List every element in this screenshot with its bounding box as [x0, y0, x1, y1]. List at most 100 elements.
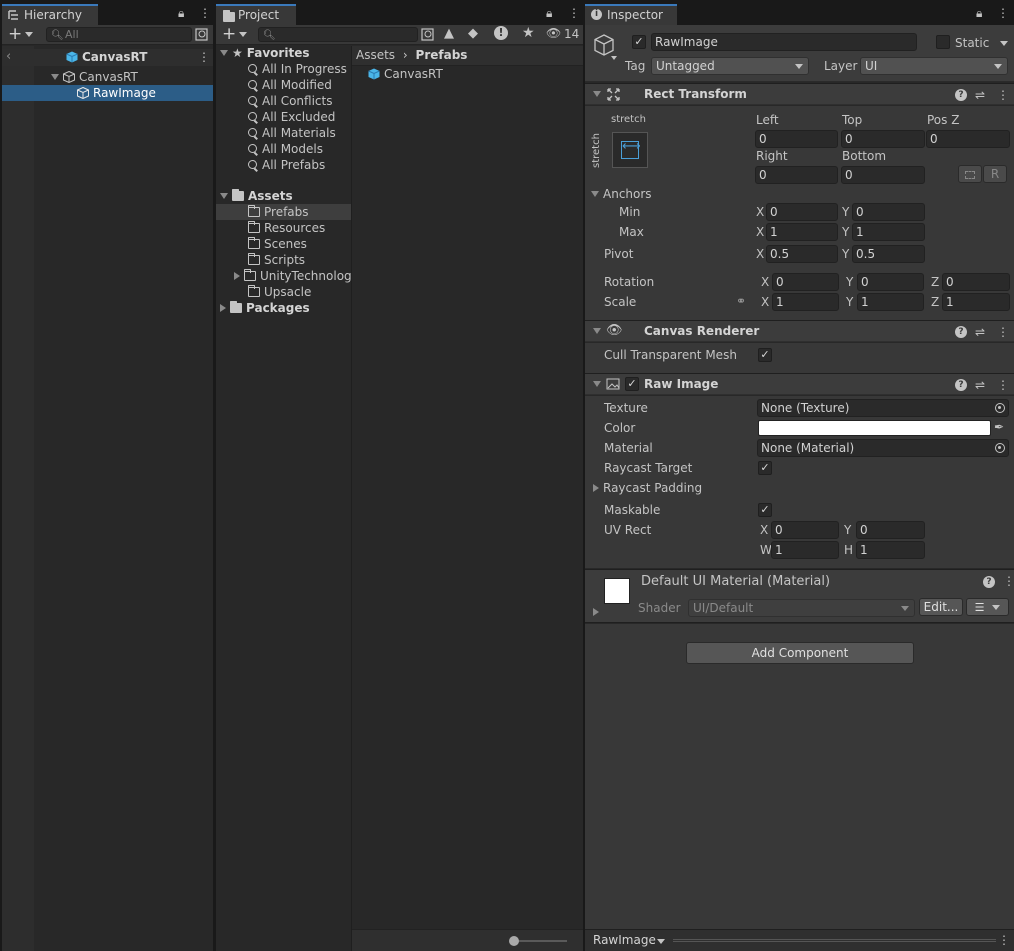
shader-dropdown[interactable]: UI/Default	[688, 599, 915, 617]
hierarchy-item-canvasrt[interactable]: CanvasRT	[2, 69, 213, 85]
folder-item[interactable]: Scenes	[248, 236, 307, 252]
preview-object-label[interactable]: RawImage	[593, 933, 656, 947]
layer-dropdown[interactable]: UI	[860, 57, 1008, 75]
canvas-renderer-header[interactable]: 👁︎ Canvas Renderer ? ⇌ ⋮	[585, 320, 1014, 342]
pivot-x-field[interactable]: 0.5	[766, 245, 838, 263]
texture-object-field[interactable]: None (Texture)	[757, 399, 1009, 417]
help-icon[interactable]: ?	[983, 576, 995, 588]
scale-y-field[interactable]: 1	[857, 293, 924, 311]
edit-shader-button[interactable]: Edit...	[919, 598, 963, 616]
left-field[interactable]: 0	[755, 130, 838, 148]
top-field[interactable]: 0	[841, 130, 925, 148]
more-options-icon[interactable]: ⋮	[997, 6, 1009, 20]
icon-dropdown-icon[interactable]	[611, 56, 617, 60]
raw-image-header[interactable]: ✓ Raw Image ? ⇌ ⋮	[585, 373, 1014, 395]
expand-arrow-icon[interactable]	[220, 50, 228, 56]
anchor-min-x-field[interactable]: 0	[766, 203, 838, 221]
assets-header[interactable]: Assets	[220, 188, 293, 204]
more-options-icon[interactable]: ⋮	[568, 6, 580, 20]
log-warning-icon[interactable]: !	[494, 26, 508, 40]
scale-z-field[interactable]: 1	[942, 293, 1010, 311]
create-add-icon[interactable]: +	[8, 24, 22, 44]
add-component-button[interactable]: Add Component	[686, 642, 914, 664]
help-icon[interactable]: ?	[955, 326, 967, 338]
presets-icon[interactable]: ⇌	[975, 325, 985, 339]
tab-hierarchy[interactable]: Hierarchy	[2, 4, 98, 25]
favorite-item[interactable]: All Modified	[248, 77, 332, 93]
foldout-arrow-icon[interactable]	[593, 328, 601, 334]
favorite-item[interactable]: All Excluded	[248, 109, 335, 125]
object-picker-icon[interactable]	[995, 443, 1005, 453]
raycast-target-toggle[interactable]: ✓	[758, 461, 772, 475]
foldout-arrow-icon[interactable]	[591, 191, 599, 197]
favorite-star-icon[interactable]: ★	[522, 25, 535, 41]
rotation-z-field[interactable]: 0	[942, 273, 1010, 291]
folder-item[interactable]: Scripts	[248, 252, 305, 268]
favorite-item[interactable]: All Models	[248, 141, 323, 157]
cull-transparent-mesh-toggle[interactable]: ✓	[758, 348, 772, 362]
component-menu-icon[interactable]: ⋮	[997, 88, 1009, 102]
asset-file-item[interactable]: CanvasRT	[368, 66, 443, 82]
breadcrumb-item[interactable]: Assets	[356, 48, 395, 62]
filter-by-type-icon[interactable]: ▲	[444, 26, 454, 41]
anchor-max-y-field[interactable]: 1	[852, 223, 925, 241]
expand-arrow-icon[interactable]	[220, 304, 226, 312]
expand-arrow-icon[interactable]	[234, 272, 240, 280]
favorites-header[interactable]: ★ Favorites	[220, 45, 309, 61]
create-dropdown-icon[interactable]	[25, 32, 33, 37]
raw-edit-button[interactable]: R	[983, 165, 1007, 183]
anchor-max-x-field[interactable]: 1	[766, 223, 838, 241]
anchor-min-y-field[interactable]: 0	[852, 203, 925, 221]
posz-field[interactable]: 0	[926, 130, 1010, 148]
favorite-item[interactable]: All Conflicts	[248, 93, 332, 109]
lock-icon[interactable]: 🔒︎	[546, 6, 552, 21]
rotation-x-field[interactable]: 0	[772, 273, 839, 291]
hidden-packages-icon[interactable]: 👁︎	[546, 26, 561, 40]
lock-icon[interactable]: 🔒︎	[976, 6, 982, 21]
eyedropper-icon[interactable]: ✒	[994, 420, 1004, 434]
filter-by-label-icon[interactable]: ◆	[468, 26, 478, 41]
favorite-item[interactable]: All Prefabs	[248, 157, 325, 173]
slider-thumb[interactable]	[509, 936, 519, 946]
project-search-input[interactable]: 🔍︎	[258, 27, 418, 42]
uv-h-field[interactable]: 1	[856, 541, 925, 559]
uv-x-field[interactable]: 0	[771, 521, 839, 539]
component-menu-icon[interactable]: ⋮	[997, 378, 1009, 392]
presets-icon[interactable]: ⇌	[975, 88, 985, 102]
expand-arrow-icon[interactable]	[51, 74, 59, 80]
more-options-icon[interactable]: ⋮	[199, 6, 211, 20]
color-swatch[interactable]	[758, 420, 991, 436]
pivot-y-field[interactable]: 0.5	[852, 245, 925, 263]
foldout-arrow-icon[interactable]	[593, 608, 599, 616]
search-options-icon[interactable]	[195, 28, 208, 41]
scene-more-icon[interactable]: ⋮	[198, 49, 210, 65]
help-icon[interactable]: ?	[955, 89, 967, 101]
scene-root-row[interactable]: ‹ CanvasRT ⋮	[2, 49, 213, 66]
breadcrumb-item[interactable]: Prefabs	[416, 48, 468, 62]
back-chevron-icon[interactable]: ‹	[6, 49, 11, 65]
blueprint-mode-button[interactable]	[958, 165, 982, 183]
preview-dropdown-icon[interactable]	[657, 939, 665, 944]
presets-icon[interactable]: ⇌	[975, 378, 985, 392]
static-dropdown-icon[interactable]	[1000, 41, 1008, 46]
favorite-item[interactable]: All In Progress	[248, 61, 347, 77]
tab-inspector[interactable]: i Inspector	[585, 4, 677, 25]
raw-image-enabled-toggle[interactable]: ✓	[625, 377, 639, 391]
search-options-icon[interactable]	[421, 28, 434, 41]
anchor-presets-button[interactable]: ⟷	[612, 132, 648, 168]
rotation-y-field[interactable]: 0	[857, 273, 924, 291]
scale-x-field[interactable]: 1	[772, 293, 839, 311]
constrain-proportions-icon[interactable]: ⚭	[736, 294, 746, 308]
hierarchy-search-input[interactable]: 🔍︎ All	[46, 27, 192, 42]
component-menu-icon[interactable]: ⋮	[1003, 574, 1014, 588]
preview-resize-handle[interactable]	[673, 939, 996, 942]
component-menu-icon[interactable]: ⋮	[997, 325, 1009, 339]
tag-dropdown[interactable]: Untagged	[651, 57, 809, 75]
static-toggle[interactable]	[936, 35, 950, 49]
folder-item[interactable]: Upsacle	[248, 284, 311, 300]
object-name-field[interactable]: RawImage	[651, 33, 917, 51]
raycast-padding-foldout[interactable]: Raycast Padding	[593, 480, 702, 496]
active-toggle[interactable]: ✓	[632, 35, 646, 49]
hierarchy-item-rawimage[interactable]: RawImage	[2, 85, 213, 101]
create-dropdown-icon[interactable]	[239, 32, 247, 37]
